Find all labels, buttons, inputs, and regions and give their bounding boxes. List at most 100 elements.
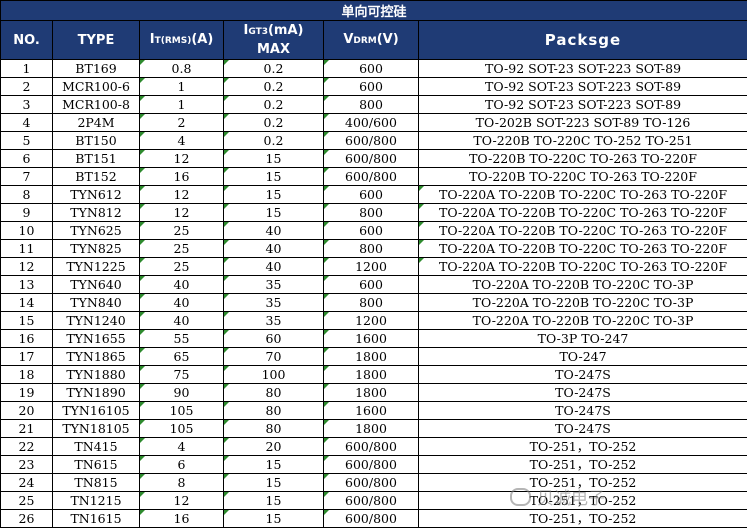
cell-it-rms: 8 bbox=[140, 474, 224, 492]
cell-igt: 35 bbox=[224, 276, 324, 294]
cell-type: TYN612 bbox=[53, 186, 140, 204]
table-row: 3MCR100-810.2800TO-92 SOT-23 SOT-223 SOT… bbox=[1, 96, 747, 114]
table-row: 5BT15040.2600/800TO-220B TO-220C TO-252 … bbox=[1, 132, 747, 150]
header-igt: IGT3(mA)MAX bbox=[224, 21, 324, 60]
cell-no: 13 bbox=[1, 276, 53, 294]
cell-type: BT169 bbox=[53, 60, 140, 78]
cell-type: MCR100-8 bbox=[53, 96, 140, 114]
cell-vdrm: 400/600 bbox=[324, 114, 419, 132]
cell-vdrm: 600 bbox=[324, 276, 419, 294]
cell-type: BT150 bbox=[53, 132, 140, 150]
cell-igt: 15 bbox=[224, 168, 324, 186]
cell-no: 10 bbox=[1, 222, 53, 240]
cell-igt: 70 bbox=[224, 348, 324, 366]
cell-igt: 0.2 bbox=[224, 60, 324, 78]
cell-no: 26 bbox=[1, 510, 53, 528]
cell-package: TO-220B TO-220C TO-263 TO-220F bbox=[419, 150, 747, 168]
cell-no: 8 bbox=[1, 186, 53, 204]
cell-no: 19 bbox=[1, 384, 53, 402]
table-row: 15TYN124040351200TO-220A TO-220B TO-220C… bbox=[1, 312, 747, 330]
cell-no: 15 bbox=[1, 312, 53, 330]
cell-it-rms: 75 bbox=[140, 366, 224, 384]
cell-it-rms: 1 bbox=[140, 78, 224, 96]
cell-no: 16 bbox=[1, 330, 53, 348]
cell-igt: 100 bbox=[224, 366, 324, 384]
table-row: 11TYN8252540800TO-220A TO-220B TO-220C T… bbox=[1, 240, 747, 258]
cell-package: TO-220A TO-220B TO-220C TO-263 TO-220F bbox=[419, 186, 747, 204]
cell-vdrm: 800 bbox=[324, 96, 419, 114]
header-it-unit: (A) bbox=[191, 32, 213, 47]
cell-igt: 40 bbox=[224, 222, 324, 240]
cell-igt: 15 bbox=[224, 456, 324, 474]
cell-type: TN415 bbox=[53, 438, 140, 456]
cell-package: TO-92 SOT-23 SOT-223 SOT-89 bbox=[419, 96, 747, 114]
cell-no: 5 bbox=[1, 132, 53, 150]
cell-type: TN1615 bbox=[53, 510, 140, 528]
cell-it-rms: 25 bbox=[140, 258, 224, 276]
cell-type: TYN1655 bbox=[53, 330, 140, 348]
cell-type: TYN1890 bbox=[53, 384, 140, 402]
cell-igt: 15 bbox=[224, 150, 324, 168]
cell-type: TN615 bbox=[53, 456, 140, 474]
table-row: 10TYN6252540600TO-220A TO-220B TO-220C T… bbox=[1, 222, 747, 240]
table-row: 8TYN6121215600TO-220A TO-220B TO-220C TO… bbox=[1, 186, 747, 204]
cell-package: TO-247S bbox=[419, 366, 747, 384]
cell-vdrm: 1800 bbox=[324, 348, 419, 366]
cell-package: TO-247S bbox=[419, 402, 747, 420]
cell-no: 17 bbox=[1, 348, 53, 366]
header-vdrm-main: V bbox=[343, 32, 353, 47]
header-igt-sub: GT3 bbox=[248, 27, 268, 37]
table-row: 1BT1690.80.2600TO-92 SOT-23 SOT-223 SOT-… bbox=[1, 60, 747, 78]
cell-it-rms: 12 bbox=[140, 186, 224, 204]
cell-no: 1 bbox=[1, 60, 53, 78]
cell-it-rms: 12 bbox=[140, 150, 224, 168]
table-body: 1BT1690.80.2600TO-92 SOT-23 SOT-223 SOT-… bbox=[1, 60, 747, 528]
cell-package: TO-220A TO-220B TO-220C TO-263 TO-220F bbox=[419, 240, 747, 258]
table-row: 23TN615615600/800TO-251，TO-252 bbox=[1, 456, 747, 474]
cell-type: TYN16105 bbox=[53, 402, 140, 420]
cell-package: TO-220B TO-220C TO-263 TO-220F bbox=[419, 168, 747, 186]
cell-type: TYN1240 bbox=[53, 312, 140, 330]
cell-package: TO-220A TO-220B TO-220C TO-263 TO-220F bbox=[419, 204, 747, 222]
cell-vdrm: 600/800 bbox=[324, 168, 419, 186]
cell-igt: 0.2 bbox=[224, 132, 324, 150]
cell-no: 6 bbox=[1, 150, 53, 168]
cell-vdrm: 1600 bbox=[324, 330, 419, 348]
cell-vdrm: 1800 bbox=[324, 366, 419, 384]
cell-igt: 15 bbox=[224, 492, 324, 510]
cell-it-rms: 25 bbox=[140, 222, 224, 240]
cell-vdrm: 600/800 bbox=[324, 132, 419, 150]
cell-it-rms: 12 bbox=[140, 492, 224, 510]
cell-package: TO-220A TO-220B TO-220C TO-3P bbox=[419, 312, 747, 330]
header-package: Packsge bbox=[419, 21, 747, 60]
cell-no: 18 bbox=[1, 366, 53, 384]
cell-it-rms: 55 bbox=[140, 330, 224, 348]
cell-it-rms: 65 bbox=[140, 348, 224, 366]
cell-it-rms: 40 bbox=[140, 276, 224, 294]
header-igt-unit: (mA) bbox=[268, 23, 304, 38]
cell-no: 14 bbox=[1, 294, 53, 312]
cell-no: 2 bbox=[1, 78, 53, 96]
cell-vdrm: 600/800 bbox=[324, 438, 419, 456]
cell-igt: 60 bbox=[224, 330, 324, 348]
cell-igt: 35 bbox=[224, 294, 324, 312]
cell-no: 4 bbox=[1, 114, 53, 132]
cell-it-rms: 2 bbox=[140, 114, 224, 132]
cell-it-rms: 40 bbox=[140, 312, 224, 330]
cell-it-rms: 16 bbox=[140, 168, 224, 186]
cell-igt: 15 bbox=[224, 510, 324, 528]
cell-package: TO-220A TO-220B TO-220C TO-3P bbox=[419, 276, 747, 294]
table-row: 2MCR100-610.2600TO-92 SOT-23 SOT-223 SOT… bbox=[1, 78, 747, 96]
cell-vdrm: 1800 bbox=[324, 420, 419, 438]
cell-no: 7 bbox=[1, 168, 53, 186]
cell-no: 22 bbox=[1, 438, 53, 456]
cell-vdrm: 1200 bbox=[324, 312, 419, 330]
cell-vdrm: 600/800 bbox=[324, 510, 419, 528]
table-row: 16TYN165555601600TO-3P TO-247 bbox=[1, 330, 747, 348]
header-igt-max: MAX bbox=[257, 42, 290, 57]
thyristor-spec-table: 单向可控硅 NO. TYPE IT(RMS)(A) IGT3(mA)MAX VD… bbox=[0, 0, 747, 528]
cell-package: TO-251，TO-252 bbox=[419, 456, 747, 474]
cell-type: TYN1865 bbox=[53, 348, 140, 366]
cell-package: TO-220B TO-220C TO-252 TO-251 bbox=[419, 132, 747, 150]
header-it-rms: IT(RMS)(A) bbox=[140, 21, 224, 60]
